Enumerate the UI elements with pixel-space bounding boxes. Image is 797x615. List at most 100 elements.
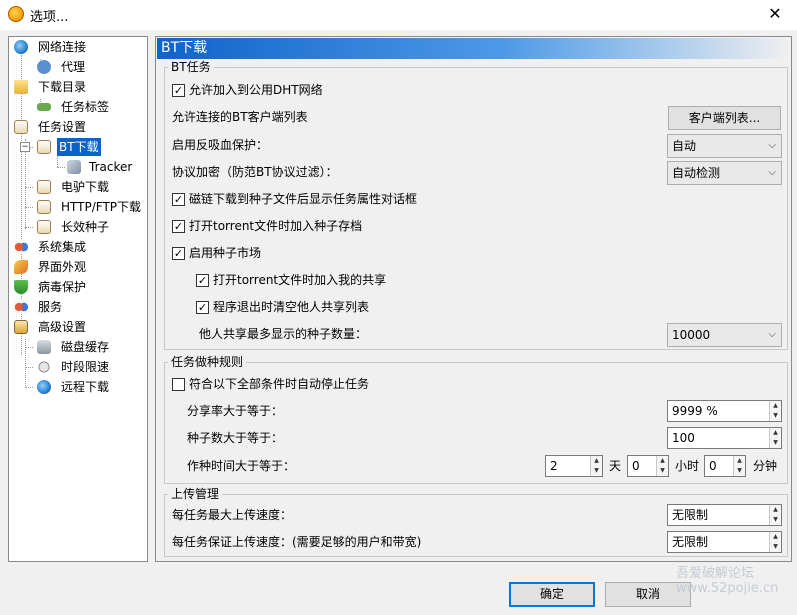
magnet-props-checkbox[interactable]: ✓ (172, 193, 185, 206)
guarantee-upload-spinner[interactable]: ▲ ▼ (769, 532, 781, 552)
spin-up-icon[interactable]: ▲ (657, 456, 668, 466)
spin-down-icon[interactable]: ▼ (770, 515, 781, 525)
tree-item-proxy[interactable]: 代理 (37, 58, 137, 76)
hours-spinner[interactable]: ▲ ▼ (656, 456, 668, 476)
title-bar: 选项... ✕ (0, 0, 797, 30)
tree-item-tracker[interactable]: Tracker (67, 158, 147, 176)
seeds-label: 种子数大于等于： (187, 431, 284, 445)
ratio-input[interactable]: 9999 % ▲ ▼ (667, 400, 782, 422)
spin-down-icon[interactable]: ▼ (591, 466, 602, 476)
collapse-toggle[interactable]: − (20, 142, 30, 152)
max-upload-input[interactable]: 无限制 ▲ ▼ (667, 504, 782, 526)
group-title: 上传管理 (168, 487, 223, 501)
max-seeds-value: 10000 (672, 328, 711, 342)
encryption-value: 自动检测 (672, 166, 721, 180)
app-icon (8, 6, 24, 22)
spin-up-icon[interactable]: ▲ (770, 532, 781, 542)
allow-dht-label: 允许加入到公用DHT网络 (189, 83, 323, 97)
tree-item-label: 代理 (61, 60, 86, 74)
spin-down-icon[interactable]: ▼ (734, 466, 745, 476)
spin-up-icon[interactable]: ▲ (770, 505, 781, 515)
tag-icon (37, 103, 51, 111)
tree-item-appearance[interactable]: 界面外观 (14, 258, 144, 276)
allow-dht-checkbox[interactable]: ✓ (172, 84, 185, 97)
hours-input[interactable]: 0 ▲ ▼ (627, 455, 669, 477)
proxy-icon (37, 60, 51, 74)
tree-item-download-dir[interactable]: 下载目录 (14, 78, 144, 96)
tree-item-bt-download[interactable]: BT下载 (37, 138, 137, 156)
torrent-archive-checkbox[interactable]: ✓ (172, 220, 185, 233)
tree-item-remote[interactable]: 远程下载 (37, 378, 137, 396)
minutes-input[interactable]: 0 ▲ ▼ (704, 455, 746, 477)
clear-share-checkbox[interactable]: ✓ (196, 301, 209, 314)
auto-stop-label: 符合以下全部条件时自动停止任务 (189, 377, 370, 391)
tree-item-long-seed[interactable]: 长效种子 (37, 218, 137, 236)
tree-item-label: 长效种子 (61, 220, 110, 234)
minutes-value: 0 (709, 459, 717, 473)
chevron-down-icon: ⌵ (768, 329, 776, 340)
tree-item-service[interactable]: 服务 (14, 298, 144, 316)
spin-down-icon[interactable]: ▼ (770, 542, 781, 552)
clear-share-label: 程序退出时清空他人共享列表 (213, 300, 370, 314)
tree-item-http-ftp[interactable]: HTTP/FTP下载 (37, 198, 147, 216)
tree-item-advanced[interactable]: 高级设置 (14, 318, 144, 336)
add-to-share-checkbox[interactable]: ✓ (196, 274, 209, 287)
task-icon (14, 120, 28, 134)
days-spinner[interactable]: ▲ ▼ (590, 456, 602, 476)
tree-item-task-tags[interactable]: 任务标签 (37, 98, 137, 116)
seed-time-label: 作种时间大于等于： (187, 459, 296, 473)
seed-market-checkbox[interactable]: ✓ (172, 247, 185, 260)
spin-up-icon[interactable]: ▲ (591, 456, 602, 466)
encryption-select[interactable]: 自动检测 ⌵ (667, 161, 782, 185)
disk-icon (37, 340, 51, 354)
spin-up-icon[interactable]: ▲ (770, 401, 781, 411)
minutes-unit: 分钟 (753, 459, 778, 473)
client-list-button[interactable]: 客户端列表... (668, 106, 781, 130)
max-seeds-select[interactable]: 10000 ⌵ (667, 323, 782, 347)
ratio-spinner[interactable]: ▲ ▼ (769, 401, 781, 421)
tree-item-label: 时段限速 (61, 360, 110, 374)
auto-stop-checkbox[interactable] (172, 378, 185, 391)
tree-item-label: 任务设置 (38, 120, 87, 134)
tree-item-label: 服务 (38, 300, 63, 314)
close-button[interactable]: ✕ (763, 3, 787, 25)
seeds-input[interactable]: 100 ▲ ▼ (667, 427, 782, 449)
spin-up-icon[interactable]: ▲ (734, 456, 745, 466)
max-seeds-label: 他人共享最多显示的种子数量： (199, 327, 368, 341)
minutes-spinner[interactable]: ▲ ▼ (733, 456, 745, 476)
seeds-spinner[interactable]: ▲ ▼ (769, 428, 781, 448)
ok-button[interactable]: 确定 (509, 582, 595, 607)
guarantee-upload-input[interactable]: 无限制 ▲ ▼ (667, 531, 782, 553)
days-input[interactable]: 2 ▲ ▼ (545, 455, 603, 477)
seed-market-label: 启用种子市场 (189, 246, 262, 260)
tree-item-label: 远程下载 (61, 380, 110, 394)
ratio-value: 9999 % (672, 404, 718, 418)
spin-up-icon[interactable]: ▲ (770, 428, 781, 438)
seeds-value: 100 (672, 431, 695, 445)
tree-item-virus[interactable]: 病毒保护 (14, 278, 144, 296)
anti-leech-value: 自动 (672, 139, 697, 153)
shield-icon (14, 280, 28, 294)
globe-icon (14, 40, 28, 54)
tree-item-network[interactable]: 网络连接 (14, 38, 144, 56)
tree-item-integration[interactable]: 系统集成 (14, 238, 144, 256)
window-title: 选项... (30, 10, 69, 25)
remote-icon (37, 380, 51, 394)
tree-item-label: 网络连接 (38, 40, 87, 54)
tree-item-disk-cache[interactable]: 磁盘缓存 (37, 338, 137, 356)
hours-value: 0 (632, 459, 640, 473)
spin-down-icon[interactable]: ▼ (770, 438, 781, 448)
max-upload-spinner[interactable]: ▲ ▼ (769, 505, 781, 525)
tree-item-label: 高级设置 (38, 320, 87, 334)
advanced-icon (14, 320, 28, 334)
spin-down-icon[interactable]: ▼ (770, 411, 781, 421)
tree-item-label: 任务标签 (61, 100, 110, 114)
spin-down-icon[interactable]: ▼ (657, 466, 668, 476)
days-value: 2 (550, 459, 558, 473)
anti-leech-select[interactable]: 自动 ⌵ (667, 134, 782, 158)
watermark-line: 吾爱破解论坛 (676, 566, 755, 581)
seed-icon (37, 220, 51, 234)
tree-item-speed-limit[interactable]: 时段限速 (37, 358, 137, 376)
tree-item-emule[interactable]: 电驴下载 (37, 178, 137, 196)
tree-item-task-settings[interactable]: 任务设置 (14, 118, 144, 136)
